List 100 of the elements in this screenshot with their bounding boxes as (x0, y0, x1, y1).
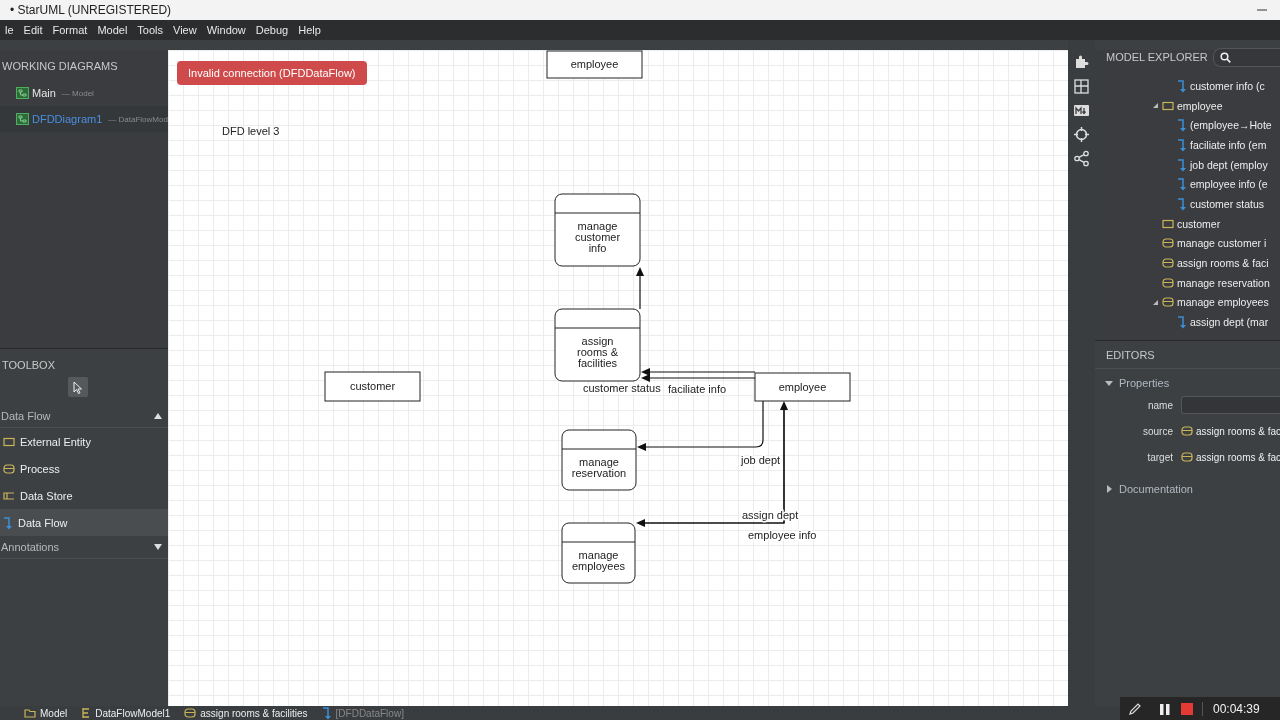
menu-item[interactable]: View (168, 24, 202, 36)
flow-arrow[interactable] (641, 368, 756, 376)
tree-item[interactable]: manage employees (1095, 292, 1280, 313)
tree-item[interactable]: customer (1095, 213, 1280, 234)
toolbox-item[interactable]: Process (0, 455, 168, 482)
diagram-item[interactable]: DFDDiagram1 — DataFlowMod (0, 106, 168, 132)
model-icon (81, 707, 92, 719)
process-icon (1162, 258, 1174, 269)
tree-item[interactable]: employee info (e (1095, 174, 1280, 195)
process-node[interactable] (554, 308, 641, 382)
process-icon (1162, 277, 1174, 288)
entity-box[interactable] (324, 371, 421, 402)
flow-label: customer status (583, 382, 661, 394)
field-label: name (1147, 399, 1174, 411)
entity-label: employee (778, 381, 827, 393)
tree-item[interactable]: assign rooms & faci (1095, 253, 1280, 273)
panel-title: TOOLBOX (1, 358, 56, 373)
flow-arrow[interactable] (641, 374, 756, 382)
window-title: • StarUML (UNREGISTERED) (10, 3, 172, 17)
tree-item[interactable]: faciliate info (em (1095, 135, 1280, 155)
data-store-icon (3, 490, 15, 501)
tree-item[interactable]: manage customer i (1095, 233, 1280, 254)
diagram-icon (16, 87, 29, 99)
field-label: source (1142, 425, 1174, 437)
menu-item[interactable]: le (0, 24, 19, 36)
process-icon (1162, 297, 1174, 308)
process-node[interactable] (554, 193, 641, 267)
menu-item[interactable]: Edit (18, 24, 48, 36)
flow-icon (321, 706, 332, 720)
process-label: manage customer info (573, 221, 622, 254)
name-field[interactable] (1181, 396, 1280, 414)
menu-item[interactable]: Debug (250, 24, 294, 36)
menu-item[interactable]: Window (201, 24, 251, 36)
share-icon[interactable] (1073, 150, 1090, 167)
entity-box[interactable] (546, 50, 643, 79)
flow-label: job dept (741, 454, 781, 466)
pen-icon (1128, 701, 1142, 716)
flow-icon (1177, 78, 1187, 93)
entity-box[interactable] (754, 372, 851, 402)
menu-item[interactable]: Help (293, 24, 326, 36)
breadcrumb-item[interactable]: assign rooms & facilities (200, 707, 308, 719)
flow-icon (1177, 315, 1187, 330)
flow-label: employee info (748, 529, 817, 541)
diagram-icon (16, 113, 29, 125)
markdown-icon[interactable] (1073, 102, 1090, 119)
process-icon (1162, 238, 1174, 249)
crosshair-icon[interactable] (1073, 126, 1090, 143)
menu-item[interactable]: Format (47, 24, 93, 36)
recording-timer: 00:04:39 (1202, 701, 1260, 716)
process-label: assign rooms & facilities (576, 336, 619, 369)
tree-item[interactable]: (employee→Hote (1095, 115, 1280, 136)
panel-title: WORKING DIAGRAMS (1, 59, 119, 74)
breadcrumb-item[interactable]: DataFlowModel1 (95, 707, 171, 719)
flow-icon (1177, 157, 1187, 172)
panel-title: EDITORS (1095, 349, 1280, 369)
tree-item[interactable]: assign dept (mar (1095, 312, 1280, 332)
layout-icon[interactable] (1073, 78, 1090, 95)
toolbox-item[interactable]: Data Flow (0, 509, 168, 536)
entity-icon (3, 436, 15, 447)
panel-title: MODEL EXPLORER (1106, 51, 1208, 63)
tree-item[interactable]: employee (1095, 95, 1280, 116)
search-icon (1219, 51, 1231, 63)
process-label: manage reservation (570, 457, 628, 479)
entity-label: customer (349, 381, 396, 392)
section-toggle[interactable]: Properties (1095, 374, 1280, 392)
section-toggle[interactable]: Documentation (1095, 480, 1280, 498)
flow-icon (1177, 177, 1187, 192)
pause-icon[interactable] (1158, 701, 1172, 716)
reference-value[interactable]: assign rooms & fac (1196, 451, 1280, 463)
tree-item[interactable]: customer status (1095, 194, 1280, 214)
toolbox-item[interactable]: Data Store (0, 482, 168, 509)
select-tool-button[interactable] (68, 377, 88, 397)
folder-icon (24, 708, 36, 718)
process-node[interactable] (561, 429, 637, 491)
tree-item[interactable]: manage reservation (1095, 272, 1280, 293)
flow-icon (1177, 118, 1187, 133)
menu-item[interactable]: Model (92, 24, 133, 36)
diagram-item[interactable]: Main — Model (0, 80, 168, 106)
breadcrumb-item[interactable]: Model (40, 707, 68, 719)
field-label: target (1146, 451, 1174, 463)
pointer-icon (73, 380, 83, 394)
flow-icon (1177, 196, 1187, 211)
search-field[interactable] (1212, 47, 1280, 67)
process-node[interactable] (561, 522, 636, 584)
entity-label: employee (570, 59, 619, 70)
entity-icon (1162, 218, 1174, 229)
tree-item[interactable]: job dept (employ (1095, 154, 1280, 175)
flow-arrow[interactable] (636, 267, 644, 310)
puzzle-icon[interactable] (1073, 54, 1090, 71)
process-icon (1181, 426, 1193, 436)
process-label: manage employees (570, 550, 627, 572)
entity-icon (1162, 100, 1174, 111)
process-icon (3, 463, 15, 474)
reference-value[interactable]: assign rooms & fac (1196, 425, 1280, 437)
toolbox-item[interactable]: External Entity (0, 428, 168, 455)
error-toast: Invalid connection (DFDDataFlow) (177, 61, 367, 85)
stop-icon[interactable] (1180, 701, 1194, 716)
tree-item[interactable]: customer info (c (1095, 76, 1280, 96)
process-icon (1181, 452, 1193, 462)
menu-item[interactable]: Tools (132, 24, 169, 36)
